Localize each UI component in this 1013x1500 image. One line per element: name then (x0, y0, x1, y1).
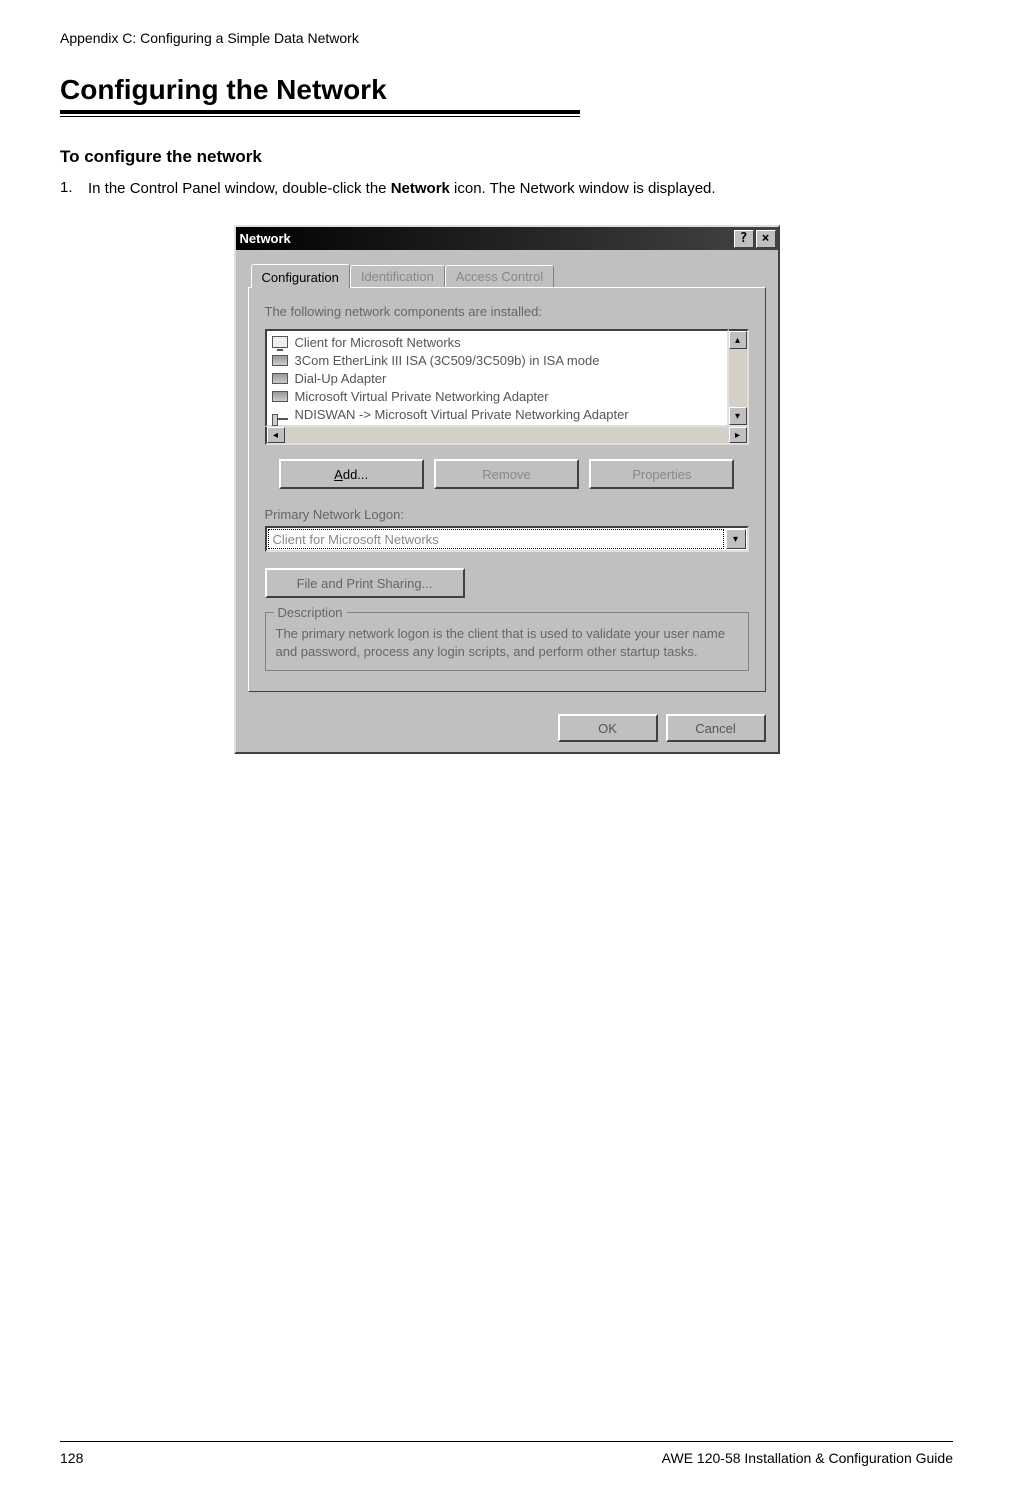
list-item-label: Dial-Up Adapter (295, 371, 387, 386)
list-item[interactable]: Dial-Up Adapter (267, 369, 727, 387)
tab-access-control[interactable]: Access Control (445, 265, 554, 287)
tab-identification[interactable]: Identification (350, 265, 445, 287)
logon-value: Client for Microsoft Networks (268, 529, 724, 549)
list-item[interactable]: NDISWAN -> Microsoft Virtual Private Net… (267, 405, 727, 423)
list-item-label: Client for Microsoft Networks (295, 335, 461, 350)
list-item-label: 3Com EtherLink III ISA (3C509/3C509b) in… (295, 353, 600, 368)
step-1-text: In the Control Panel window, double-clic… (88, 179, 953, 199)
step-1: 1. In the Control Panel window, double-c… (60, 179, 953, 199)
list-item-label: NDISWAN -> Microsoft Virtual Private Net… (295, 407, 629, 422)
sub-title: To configure the network (60, 147, 953, 167)
file-print-sharing-button[interactable]: File and Print Sharing... (265, 568, 465, 598)
scroll-up-icon[interactable]: ▴ (729, 331, 747, 349)
dialog-title: Network (240, 231, 291, 246)
list-item[interactable]: Client for Microsoft Networks (267, 333, 727, 351)
components-label: The following network components are ins… (265, 304, 749, 319)
ok-button[interactable]: OK (558, 714, 658, 742)
dialog-figure: Network ? × Configuration Identification… (60, 225, 953, 754)
step-1-number: 1. (60, 179, 88, 199)
step-1-bold: Network (391, 180, 450, 197)
list-item[interactable]: 3Com EtherLink III ISA (3C509/3C509b) in… (267, 351, 727, 369)
list-item[interactable]: Microsoft Virtual Private Networking Ada… (267, 387, 727, 405)
components-listbox[interactable]: Client for Microsoft Networks 3Com Ether… (265, 329, 729, 427)
dropdown-arrow-icon[interactable]: ▾ (726, 529, 746, 549)
list-hscroll[interactable]: ◂ ▸ (265, 427, 749, 445)
page-header: Appendix C: Configuring a Simple Data Ne… (60, 30, 953, 46)
network-dialog: Network ? × Configuration Identification… (234, 225, 780, 754)
description-legend: Description (274, 604, 347, 622)
tab-panel: The following network components are ins… (248, 287, 766, 692)
list-vscroll[interactable]: ▴ ▾ (729, 329, 749, 427)
cancel-button[interactable]: Cancel (666, 714, 766, 742)
adapter-icon (271, 352, 289, 368)
description-text: The primary network logon is the client … (276, 626, 725, 659)
remove-button[interactable]: Remove (434, 459, 579, 489)
list-item-label: Microsoft Virtual Private Networking Ada… (295, 389, 549, 404)
section-rule (60, 110, 580, 117)
add-button[interactable]: Add... (279, 459, 424, 489)
step-1-post: icon. The Network window is displayed. (450, 180, 716, 197)
section-title: Configuring the Network (60, 74, 953, 106)
logon-dropdown[interactable]: Client for Microsoft Networks ▾ (265, 526, 749, 552)
client-icon (271, 334, 289, 350)
logon-label: Primary Network Logon: (265, 507, 749, 522)
step-1-pre: In the Control Panel window, double-clic… (88, 180, 391, 197)
tab-configuration[interactable]: Configuration (251, 264, 350, 288)
protocol-icon (271, 406, 289, 422)
properties-button[interactable]: Properties (589, 459, 734, 489)
footer-guide-title: AWE 120-58 Installation & Configuration … (662, 1450, 953, 1466)
scroll-left-icon[interactable]: ◂ (267, 427, 285, 443)
help-button[interactable]: ? (734, 230, 754, 248)
adapter-icon (271, 388, 289, 404)
scroll-down-icon[interactable]: ▾ (729, 407, 747, 425)
adapter-icon (271, 370, 289, 386)
description-group: Description The primary network logon is… (265, 612, 749, 671)
tab-row: Configuration Identification Access Cont… (248, 260, 766, 287)
page-number: 128 (60, 1450, 83, 1466)
scroll-right-icon[interactable]: ▸ (729, 427, 747, 443)
dialog-titlebar[interactable]: Network ? × (236, 227, 778, 250)
page-footer: 128 AWE 120-58 Installation & Configurat… (60, 1441, 953, 1466)
close-button[interactable]: × (756, 230, 776, 248)
components-list-wrap: Client for Microsoft Networks 3Com Ether… (265, 329, 749, 427)
